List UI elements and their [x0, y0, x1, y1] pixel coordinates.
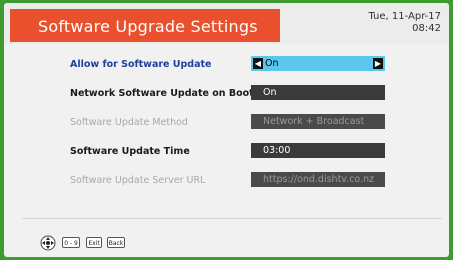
setting-row-update-method: Software Update Method Network + Broadca…	[4, 114, 449, 134]
header: Software Upgrade Settings Tue, 11-Apr-17…	[4, 3, 449, 44]
setting-value: Network + Broadcast	[263, 116, 365, 127]
update-on-boot-field[interactable]: On	[251, 85, 385, 100]
date-text: Tue, 11-Apr-17	[368, 11, 441, 22]
number-keys-hint: 0 - 9	[62, 237, 80, 248]
settings-screen: Software Upgrade Settings Tue, 11-Apr-17…	[4, 3, 449, 257]
time-text: 08:42	[412, 23, 441, 34]
title-bar: Software Upgrade Settings	[10, 9, 280, 42]
server-url-field: https://ond.dishtv.co.nz	[251, 172, 385, 187]
setting-label: Software Update Method	[70, 117, 188, 128]
setting-value: https://ond.dishtv.co.nz	[263, 174, 375, 185]
setting-row-allow-update[interactable]: Allow for Software Update ◀ On ▶	[4, 56, 449, 76]
back-key-hint: Back	[107, 237, 125, 248]
allow-update-selector[interactable]: ◀ On ▶	[251, 56, 385, 71]
footer-divider	[22, 218, 442, 219]
setting-row-update-time[interactable]: Software Update Time 03:00	[4, 143, 449, 163]
setting-label: Software Update Time	[70, 146, 190, 157]
setting-row-server-url: Software Update Server URL https://ond.d…	[4, 172, 449, 192]
update-time-field[interactable]: 03:00	[251, 143, 385, 158]
setting-value: On	[263, 87, 277, 98]
nav-pad-icon	[40, 235, 56, 251]
exit-key-hint: Exit	[86, 237, 102, 248]
setting-row-update-on-boot[interactable]: Network Software Update on Boot On	[4, 85, 449, 105]
arrow-left-icon[interactable]: ◀	[253, 58, 263, 69]
setting-value: 03:00	[263, 145, 291, 156]
update-method-field: Network + Broadcast	[251, 114, 385, 129]
arrow-right-icon[interactable]: ▶	[373, 58, 383, 69]
setting-label: Network Software Update on Boot	[70, 88, 254, 99]
setting-value: On	[265, 58, 279, 69]
setting-label: Allow for Software Update	[70, 59, 212, 70]
datetime: Tue, 11-Apr-17 08:42	[368, 11, 441, 35]
page-title: Software Upgrade Settings	[38, 17, 258, 36]
setting-label: Software Update Server URL	[70, 175, 206, 186]
